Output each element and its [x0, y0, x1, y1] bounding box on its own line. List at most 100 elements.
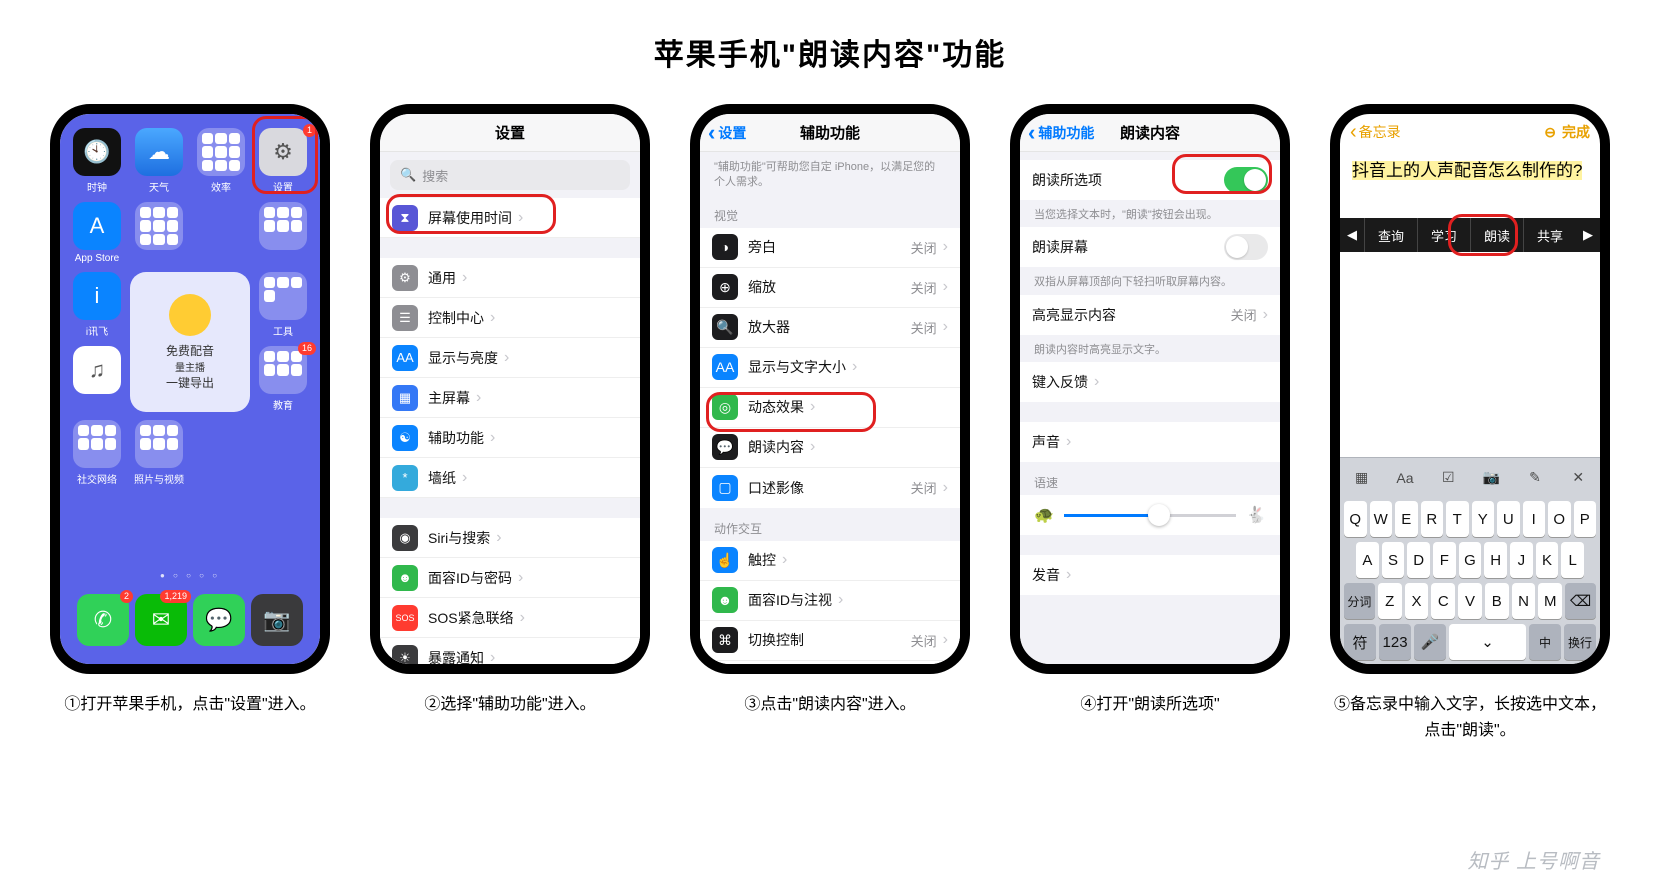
- key-X[interactable]: X: [1405, 583, 1429, 619]
- key-J[interactable]: J: [1510, 542, 1533, 578]
- key-B[interactable]: B: [1485, 583, 1509, 619]
- row-voice[interactable]: 声音›: [1020, 422, 1280, 462]
- dock-phone[interactable]: ✆2: [77, 594, 129, 646]
- menu-speak[interactable]: 朗读: [1470, 218, 1523, 252]
- app-education-folder[interactable]: 16教育: [254, 346, 312, 412]
- key-123[interactable]: 123: [1379, 624, 1411, 660]
- settings-row[interactable]: ☯辅助功能›: [380, 418, 640, 458]
- key-U[interactable]: U: [1497, 501, 1520, 537]
- key-V[interactable]: V: [1458, 583, 1482, 619]
- key-L[interactable]: L: [1561, 542, 1584, 578]
- toggle-speak-selection[interactable]: [1224, 167, 1268, 193]
- app-folder-3[interactable]: [254, 202, 312, 264]
- key-W[interactable]: W: [1370, 501, 1393, 537]
- key-delete[interactable]: ⌫: [1565, 583, 1596, 619]
- key-lang[interactable]: 中: [1529, 624, 1561, 660]
- kbd-format-icon[interactable]: Aa: [1391, 464, 1419, 492]
- kbd-check-icon[interactable]: ☑: [1434, 464, 1462, 492]
- accessibility-row[interactable]: ☻面容ID与注视›: [700, 581, 960, 621]
- key-space[interactable]: ⌄: [1449, 624, 1526, 660]
- back-button[interactable]: 备忘录: [1350, 122, 1401, 142]
- app-music[interactable]: ♫: [68, 346, 126, 412]
- dock-camera[interactable]: 📷: [251, 594, 303, 646]
- settings-row[interactable]: ⚙通用›: [380, 258, 640, 298]
- settings-row[interactable]: ⧗屏幕使用时间›: [380, 198, 640, 238]
- app-photovid-folder[interactable]: 照片与视频: [130, 420, 188, 486]
- menu-learn[interactable]: 学习: [1417, 218, 1470, 252]
- key-A[interactable]: A: [1356, 542, 1379, 578]
- key-I[interactable]: I: [1523, 501, 1546, 537]
- settings-row[interactable]: SOSSOS紧急联络›: [380, 598, 640, 638]
- app-folder-2[interactable]: [130, 202, 188, 264]
- key-D[interactable]: D: [1407, 542, 1430, 578]
- page-dots[interactable]: ● ○ ○ ○ ○: [68, 567, 312, 584]
- settings-row[interactable]: ▦主屏幕›: [380, 378, 640, 418]
- accessibility-row[interactable]: ▢口述影像关闭›: [700, 468, 960, 508]
- kbd-table-icon[interactable]: ▦: [1348, 464, 1376, 492]
- app-clock[interactable]: 🕙时钟: [68, 128, 126, 194]
- key-symbol[interactable]: 符: [1344, 624, 1376, 660]
- key-C[interactable]: C: [1431, 583, 1455, 619]
- menu-prev[interactable]: ◀: [1340, 227, 1364, 243]
- menu-next[interactable]: ▶: [1576, 227, 1600, 243]
- accessibility-row[interactable]: ⌘切换控制关闭›: [700, 621, 960, 661]
- accessibility-row[interactable]: ☝触控›: [700, 541, 960, 581]
- home-widget[interactable]: 免费配音 量主播 一键导出: [130, 272, 250, 412]
- key-S[interactable]: S: [1382, 542, 1405, 578]
- accessibility-row[interactable]: ⊕缩放关闭›: [700, 268, 960, 308]
- row-typing-feedback[interactable]: 键入反馈›: [1020, 362, 1280, 402]
- app-efficiency-folder[interactable]: 效率: [192, 128, 250, 194]
- kbd-camera-icon[interactable]: 📷: [1478, 464, 1506, 492]
- settings-row[interactable]: ☀暴露通知›: [380, 638, 640, 664]
- settings-row[interactable]: ☰控制中心›: [380, 298, 640, 338]
- accessibility-row[interactable]: 💬朗读内容›: [700, 428, 960, 468]
- app-settings[interactable]: ⚙1设置: [254, 128, 312, 194]
- row-pronoun[interactable]: 发音›: [1020, 555, 1280, 595]
- row-speak-screen[interactable]: 朗读屏幕: [1020, 227, 1280, 267]
- dock-wechat[interactable]: ✉1,219: [135, 594, 187, 646]
- kbd-pen-icon[interactable]: ✎: [1521, 464, 1549, 492]
- kbd-close-icon[interactable]: ✕: [1564, 464, 1592, 492]
- key-T[interactable]: T: [1446, 501, 1469, 537]
- rate-slider[interactable]: 🐢 🐇: [1020, 495, 1280, 535]
- done-button[interactable]: 完成: [1562, 122, 1590, 142]
- dock-messages[interactable]: 💬: [193, 594, 245, 646]
- key-F[interactable]: F: [1433, 542, 1456, 578]
- key-fenci[interactable]: 分词: [1344, 583, 1375, 619]
- back-button[interactable]: 设置: [708, 123, 746, 143]
- key-P[interactable]: P: [1574, 501, 1597, 537]
- note-body[interactable]: 抖音上的人声配音怎么制作的?: [1340, 150, 1600, 192]
- key-K[interactable]: K: [1536, 542, 1559, 578]
- key-G[interactable]: G: [1459, 542, 1482, 578]
- toggle-speak-screen[interactable]: [1224, 234, 1268, 260]
- more-icon[interactable]: ⊖: [1544, 124, 1556, 141]
- key-R[interactable]: R: [1421, 501, 1444, 537]
- accessibility-row[interactable]: ◎动态效果›: [700, 388, 960, 428]
- key-E[interactable]: E: [1395, 501, 1418, 537]
- key-return[interactable]: 换行: [1564, 624, 1596, 660]
- key-Y[interactable]: Y: [1472, 501, 1495, 537]
- accessibility-row[interactable]: 🔍放大器关闭›: [700, 308, 960, 348]
- settings-row[interactable]: ☻面容ID与密码›: [380, 558, 640, 598]
- back-button[interactable]: 辅助功能: [1028, 123, 1094, 143]
- settings-row[interactable]: AA显示与亮度›: [380, 338, 640, 378]
- menu-lookup[interactable]: 查询: [1364, 218, 1417, 252]
- settings-row[interactable]: *墙纸›: [380, 458, 640, 498]
- key-Z[interactable]: Z: [1378, 583, 1402, 619]
- settings-row[interactable]: ◉Siri与搜索›: [380, 518, 640, 558]
- accessibility-row[interactable]: ◑旁白关闭›: [700, 228, 960, 268]
- key-mic[interactable]: 🎤: [1414, 624, 1446, 660]
- key-N[interactable]: N: [1512, 583, 1536, 619]
- menu-share[interactable]: 共享: [1523, 218, 1576, 252]
- accessibility-row[interactable]: AA显示与文字大小›: [700, 348, 960, 388]
- key-M[interactable]: M: [1538, 583, 1562, 619]
- app-ifly[interactable]: ii讯飞: [68, 272, 126, 338]
- search-input[interactable]: 🔍搜索: [390, 160, 630, 190]
- key-H[interactable]: H: [1484, 542, 1507, 578]
- app-weather[interactable]: ☁天气: [130, 128, 188, 194]
- row-speak-selection[interactable]: 朗读所选项: [1020, 160, 1280, 200]
- row-highlight[interactable]: 高亮显示内容关闭›: [1020, 295, 1280, 335]
- app-appstore[interactable]: AApp Store: [68, 202, 126, 264]
- app-social-folder[interactable]: 社交网络: [68, 420, 126, 486]
- accessibility-row[interactable]: 🎤语音控制关闭›: [700, 661, 960, 664]
